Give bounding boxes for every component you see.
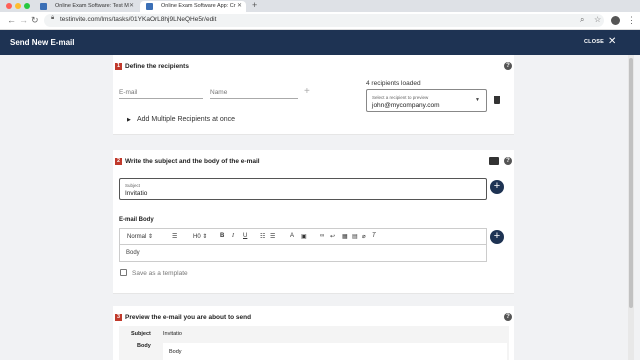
new-tab-icon[interactable]: + bbox=[252, 0, 257, 10]
favicon-icon bbox=[146, 3, 153, 10]
browser-tab-active[interactable]: Online Exam Software App: Cr ✕ bbox=[140, 1, 246, 12]
subject-label: Subject bbox=[125, 183, 141, 188]
heading-select[interactable]: H0 ⇕ bbox=[193, 233, 207, 240]
recipients-section: 1 Define the recipients ? E-mail Name + … bbox=[113, 55, 514, 135]
url-text: testinvite.com/lms/tasks/01YKaOrL8hj9LNe… bbox=[60, 16, 217, 23]
url-field[interactable]: testinvite.com/lms/tasks/01YKaOrL8hj9LNe… bbox=[44, 14, 604, 27]
delete-trash-icon[interactable] bbox=[494, 96, 500, 104]
window-maximize-dot[interactable] bbox=[24, 3, 30, 9]
browser-tab[interactable]: Online Exam Software: Test M ✕ bbox=[34, 1, 138, 12]
dropdown-arrow-icon: ▼ bbox=[475, 97, 480, 103]
subject-value: Invitatio bbox=[125, 190, 148, 197]
background-color-icon[interactable]: ▣ bbox=[301, 233, 307, 240]
body-editor[interactable]: Body bbox=[119, 244, 487, 262]
window-minimize-dot[interactable] bbox=[15, 3, 21, 9]
preview-body-box: Body bbox=[163, 343, 507, 360]
template-icon[interactable] bbox=[489, 157, 499, 165]
preview-body-key: Body bbox=[137, 343, 151, 349]
search-icon[interactable]: ⌕ bbox=[580, 15, 584, 25]
select-value: john@mycompany.com bbox=[372, 102, 440, 109]
add-multiple-toggle[interactable]: Add Multiple Recipients at once bbox=[137, 116, 235, 123]
preview-body-value: Body bbox=[169, 349, 182, 355]
numbered-list-icon[interactable]: ☰ bbox=[270, 233, 275, 240]
body-placeholder: Body bbox=[126, 250, 140, 256]
section-title: Define the recipients bbox=[125, 63, 189, 70]
modal-title: Send New E-mail bbox=[10, 38, 75, 47]
lock-icon: 🔒︎ bbox=[51, 15, 55, 21]
window-close-dot[interactable] bbox=[6, 3, 12, 9]
body-heading: E-mail Body bbox=[119, 217, 154, 223]
section-title: Preview the e-mail you are about to send bbox=[125, 314, 252, 321]
select-label: Select a recipient to preview bbox=[372, 95, 429, 100]
subject-field[interactable]: Subject Invitatio bbox=[119, 178, 487, 200]
preview-subject-value: Invitatio bbox=[163, 331, 182, 337]
image-icon[interactable]: ▦ bbox=[342, 233, 348, 240]
align-icon[interactable]: ☰ bbox=[172, 233, 177, 240]
help-icon[interactable]: ? bbox=[504, 62, 512, 70]
font-select-label: Normal bbox=[127, 234, 147, 240]
tab-label: Online Exam Software: Test M bbox=[55, 3, 129, 9]
video-icon[interactable]: ▤ bbox=[352, 233, 358, 240]
favicon-icon bbox=[40, 3, 47, 10]
font-select[interactable]: Normal ⇕ bbox=[127, 233, 153, 240]
preview-recipient-select[interactable]: Select a recipient to preview john@mycom… bbox=[366, 89, 487, 112]
back-icon[interactable]: ← bbox=[7, 15, 16, 25]
expand-triangle-icon[interactable]: ▶ bbox=[127, 117, 131, 123]
underline-button[interactable]: U bbox=[243, 233, 247, 239]
text-color-icon[interactable]: A bbox=[290, 233, 294, 239]
email-field[interactable]: E-mail bbox=[119, 89, 203, 99]
link-icon[interactable]: ∞ bbox=[320, 233, 324, 239]
close-button[interactable]: CLOSE bbox=[584, 39, 604, 45]
tab-label: Online Exam Software App: Cr bbox=[161, 3, 236, 9]
section-title: Write the subject and the body of the e-… bbox=[125, 158, 260, 165]
tab-close-icon[interactable]: ✕ bbox=[129, 2, 134, 9]
recipients-count: 4 recipients loaded bbox=[366, 80, 421, 87]
variable-icon[interactable]: ↩ bbox=[330, 233, 335, 240]
insert-variable-button[interactable]: + bbox=[490, 180, 504, 194]
forward-icon[interactable]: → bbox=[19, 15, 28, 25]
save-template-label: Save as a template bbox=[132, 270, 188, 277]
add-recipient-icon[interactable]: + bbox=[304, 86, 310, 97]
clear-format-icon[interactable]: T bbox=[372, 233, 376, 239]
tab-close-icon[interactable]: ✕ bbox=[237, 2, 242, 9]
help-icon[interactable]: ? bbox=[504, 313, 512, 321]
preview-section: 3 Preview the e-mail you are about to se… bbox=[113, 306, 514, 360]
address-bar-row: ← → ↻ testinvite.com/lms/tasks/01YKaOrL8… bbox=[0, 12, 640, 30]
preview-box: Subject Invitatio Body Body bbox=[119, 326, 509, 360]
subject-body-section: 2 Write the subject and the body of the … bbox=[113, 150, 514, 294]
save-template-checkbox[interactable] bbox=[120, 269, 127, 276]
close-icon[interactable]: ✕ bbox=[608, 36, 616, 47]
bookmark-star-icon[interactable]: ☆ bbox=[594, 15, 601, 24]
attachment-icon[interactable]: ⌀ bbox=[362, 233, 366, 240]
bold-button[interactable]: B bbox=[220, 233, 224, 239]
help-icon[interactable]: ? bbox=[504, 157, 512, 165]
browser-tab-bar: Online Exam Software: Test M ✕ Online Ex… bbox=[0, 0, 640, 12]
bullet-list-icon[interactable]: ☷ bbox=[260, 233, 265, 240]
step-number: 1 bbox=[115, 63, 122, 70]
profile-avatar-icon[interactable] bbox=[611, 16, 620, 25]
modal-header: Send New E-mail CLOSE ✕ bbox=[0, 30, 640, 55]
step-number: 3 bbox=[115, 314, 122, 321]
reload-icon[interactable]: ↻ bbox=[31, 15, 39, 26]
scrollbar-thumb[interactable] bbox=[629, 58, 633, 308]
insert-body-variable-button[interactable]: + bbox=[490, 230, 504, 244]
menu-kebab-icon[interactable]: ⋮ bbox=[627, 15, 636, 26]
editor-toolbar: Normal ⇕ ☰ H0 ⇕ B I U ☷ ☰ A ▣ ∞ ↩ ▦ ▤ ⌀ … bbox=[119, 228, 487, 244]
step-number: 2 bbox=[115, 158, 122, 165]
heading-select-label: H0 bbox=[193, 234, 201, 240]
name-field[interactable]: Name bbox=[210, 89, 298, 99]
italic-button[interactable]: I bbox=[232, 233, 234, 239]
preview-subject-key: Subject bbox=[131, 331, 151, 337]
